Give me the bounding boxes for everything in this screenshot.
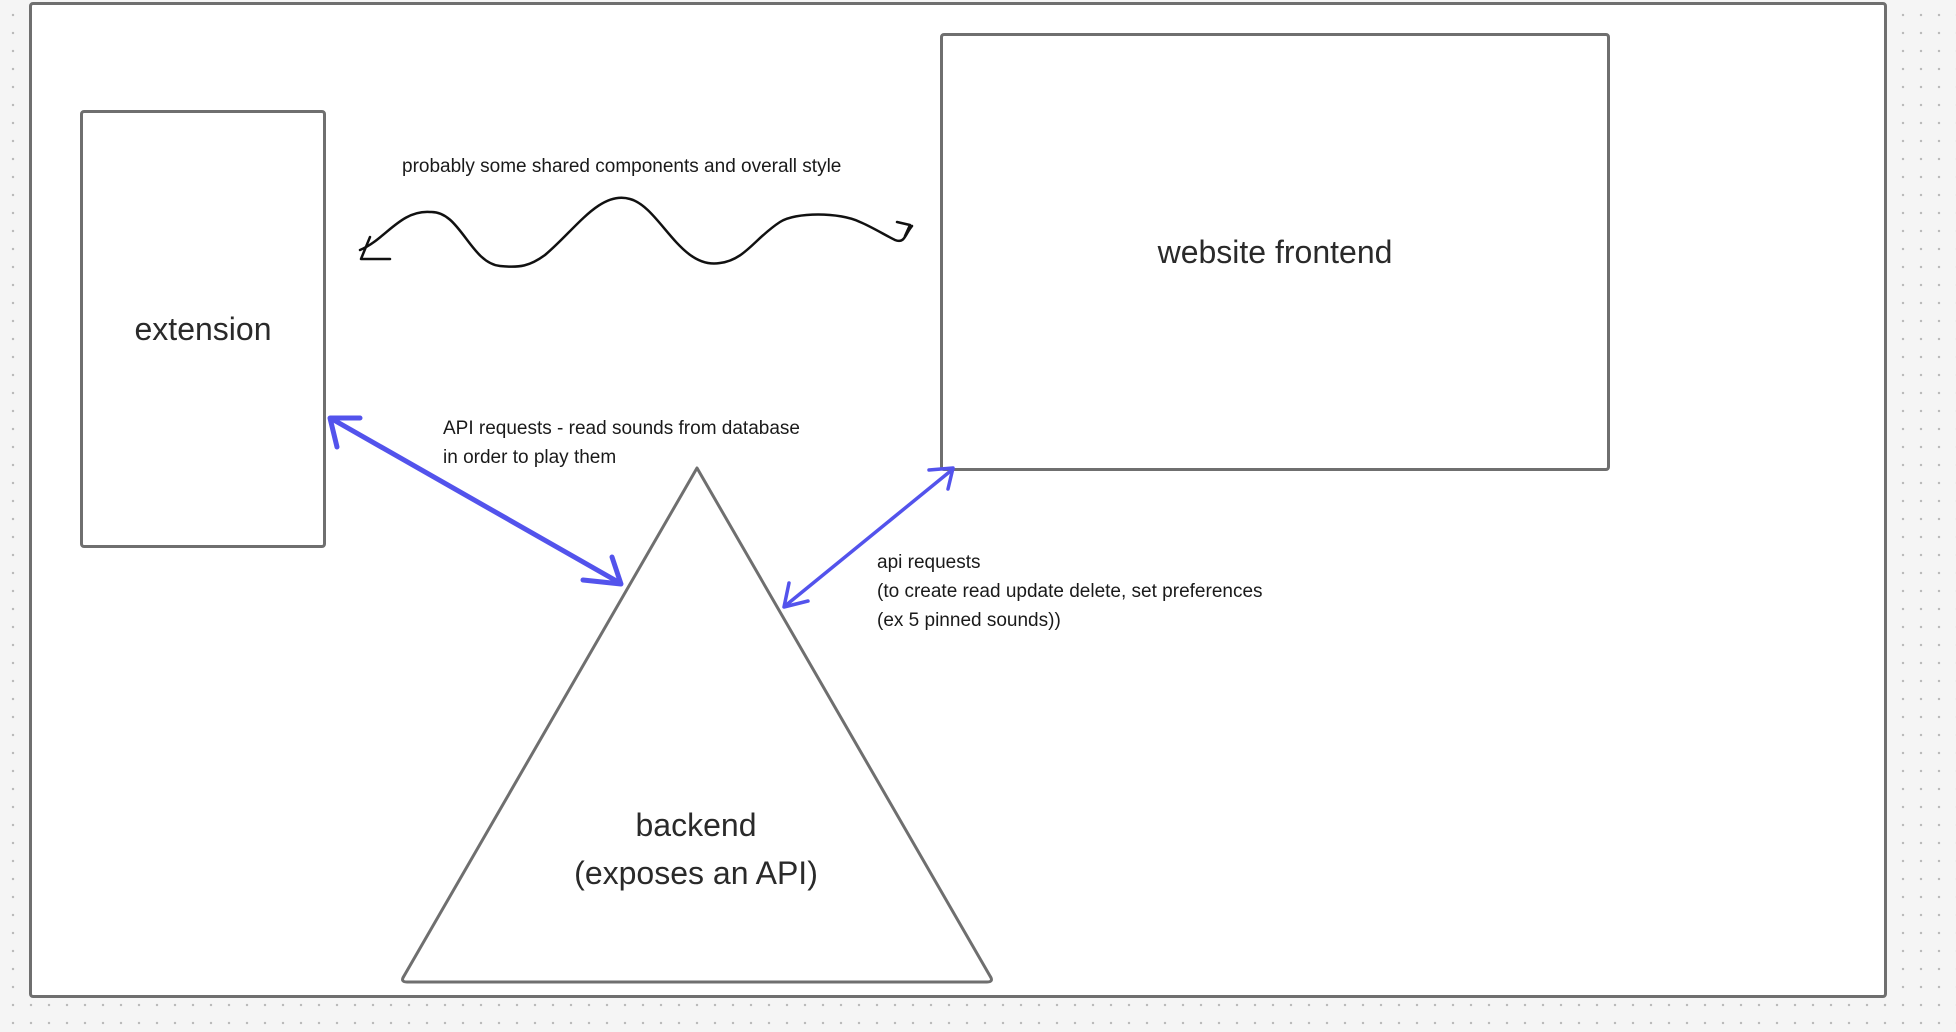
shared-style-label: probably some shared components and over…	[402, 156, 842, 177]
frontend-backend-label-line-3: (ex 5 pinned sounds))	[877, 610, 1061, 631]
diagram-connectors	[327, 196, 993, 984]
backend-node-label: backend (exposes an API)	[540, 801, 852, 897]
extension-backend-label-line-1: API requests - read sounds from database	[443, 418, 800, 439]
backend-title: backend	[635, 807, 757, 843]
backend-subtitle: (exposes an API)	[574, 855, 818, 891]
extension-backend-label-line-2: in order to play them	[443, 447, 617, 468]
frontend-backend-label: api requests (to create read update dele…	[877, 548, 1263, 635]
frontend-backend-label-line-2: (to create read update delete, set prefe…	[877, 581, 1263, 602]
extension-backend-label: API requests - read sounds from database…	[443, 414, 800, 472]
backend-node[interactable]	[401, 466, 993, 984]
shared-style-squiggle[interactable]	[358, 196, 914, 268]
frontend-backend-label-line-1: api requests	[877, 552, 981, 573]
